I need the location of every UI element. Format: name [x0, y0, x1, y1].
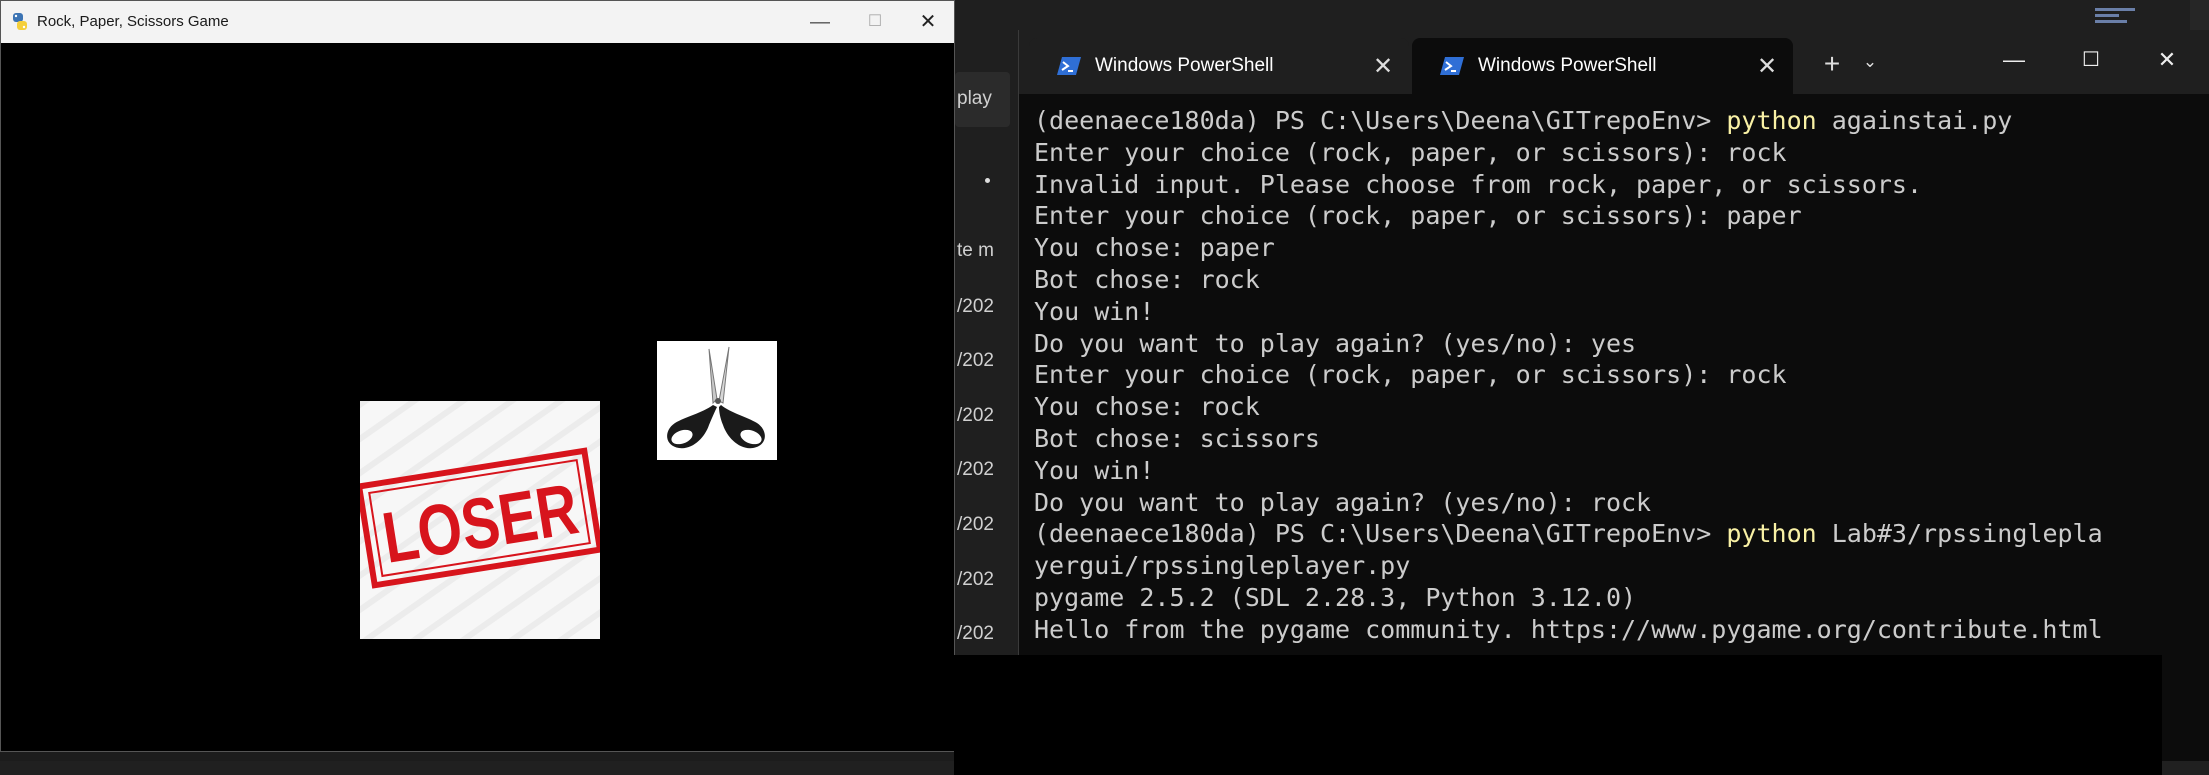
- background-text-fragment: /202: [957, 296, 994, 317]
- pygame-window-title: Rock, Paper, Scissors Game: [37, 13, 229, 30]
- background-code-minimap: [2095, 5, 2135, 31]
- terminal-line: Enter your choice (rock, paper, or sciss…: [1034, 201, 1802, 231]
- close-button[interactable]: ✕: [904, 1, 952, 43]
- chevron-down-icon[interactable]: ⌄: [1855, 52, 1885, 72]
- terminal-line: Enter your choice (rock, paper, or sciss…: [1034, 137, 1787, 167]
- terminal-line: You win!: [1034, 455, 1155, 485]
- background-text-fragment: /202: [957, 459, 994, 480]
- terminal-prompt: (deenaece180da) PS C:\Users\Deena\GITrep…: [1034, 519, 1727, 549]
- background-dot: [985, 178, 990, 183]
- terminal-line: Invalid input. Please choose from rock, …: [1034, 169, 1923, 199]
- terminal-line: Bot chose: scissors: [1034, 423, 1320, 453]
- background-text-fragment: /202: [957, 405, 994, 426]
- terminal-close-button[interactable]: ✕: [2132, 40, 2202, 80]
- terminal-tab-bar[interactable]: Windows PowerShell ✕ Windows PowerShell …: [1019, 30, 2209, 94]
- terminal-line: (deenaece180da) PS C:\Users\Deena\GITrep…: [1034, 105, 2184, 137]
- pygame-window: Rock, Paper, Scissors Game — ☐ ✕ LOSER: [0, 0, 955, 752]
- terminal-occluding-panel: [954, 655, 2162, 775]
- tab-label: Windows PowerShell: [1478, 55, 1657, 76]
- terminal-line: pygame 2.5.2 (SDL 2.28.3, Python 3.12.0): [1034, 582, 1637, 612]
- terminal-maximize-button[interactable]: ☐: [2056, 40, 2126, 80]
- background-text-fragment: /202: [957, 514, 994, 535]
- tab-label: Windows PowerShell: [1095, 55, 1274, 76]
- tab-powershell-2[interactable]: Windows PowerShell ✕: [1412, 38, 1793, 94]
- terminal-command-args: Lab#3/rpssinglepla: [1816, 519, 2103, 549]
- tab-close-icon[interactable]: ✕: [1361, 52, 1405, 81]
- loser-stamp-image: LOSER: [360, 401, 600, 639]
- terminal-command: python: [1726, 519, 1817, 549]
- tab-close-icon[interactable]: ✕: [1745, 52, 1789, 81]
- terminal-line: You chose: paper: [1034, 233, 1275, 263]
- background-text-fragment: /202: [957, 350, 994, 371]
- new-tab-button[interactable]: +: [1812, 48, 1852, 80]
- pygame-title-bar[interactable]: Rock, Paper, Scissors Game — ☐ ✕: [1, 1, 954, 44]
- terminal-line: Enter your choice (rock, paper, or sciss…: [1034, 360, 1787, 390]
- terminal-output[interactable]: (deenaece180da) PS C:\Users\Deena\GITrep…: [1034, 105, 2184, 665]
- terminal-scrollbar[interactable]: [2192, 94, 2209, 761]
- background-text-fragment: /202: [957, 623, 994, 644]
- terminal-line: (deenaece180da) PS C:\Users\Deena\GITrep…: [1034, 518, 2184, 550]
- windows-terminal: Windows PowerShell ✕ Windows PowerShell …: [954, 30, 2209, 775]
- terminal-line: Do you want to play again? (yes/no): yes: [1034, 328, 1637, 358]
- powershell-icon: [1057, 56, 1081, 76]
- background-text-fragment: play: [957, 88, 992, 109]
- background-text-fragment: te m: [957, 240, 994, 261]
- terminal-line: You win!: [1034, 296, 1155, 326]
- minimize-button[interactable]: —: [796, 1, 844, 43]
- terminal-line: Bot chose: rock: [1034, 264, 1260, 294]
- terminal-command-args: againstai.py: [1816, 106, 2013, 135]
- terminal-line: yergui/rpssingleplayer.py: [1034, 551, 1411, 581]
- pygame-canvas[interactable]: [1, 43, 954, 751]
- terminal-minimize-button[interactable]: —: [1979, 40, 2049, 80]
- terminal-prompt: (deenaece180da) PS C:\Users\Deena\GITrep…: [1034, 106, 1727, 135]
- background-text-fragment: /202: [957, 569, 994, 590]
- maximize-button[interactable]: ☐: [851, 1, 899, 43]
- powershell-icon: [1440, 56, 1464, 76]
- terminal-line: Do you want to play again? (yes/no): roc…: [1034, 487, 1652, 517]
- scissors-image: [657, 341, 777, 460]
- tab-powershell-1[interactable]: Windows PowerShell ✕: [1029, 38, 1409, 94]
- terminal-command: python: [1726, 106, 1817, 135]
- python-icon: [11, 12, 29, 32]
- terminal-line: You chose: rock: [1034, 392, 1260, 422]
- terminal-line: Hello from the pygame community. https:/…: [1034, 614, 2103, 644]
